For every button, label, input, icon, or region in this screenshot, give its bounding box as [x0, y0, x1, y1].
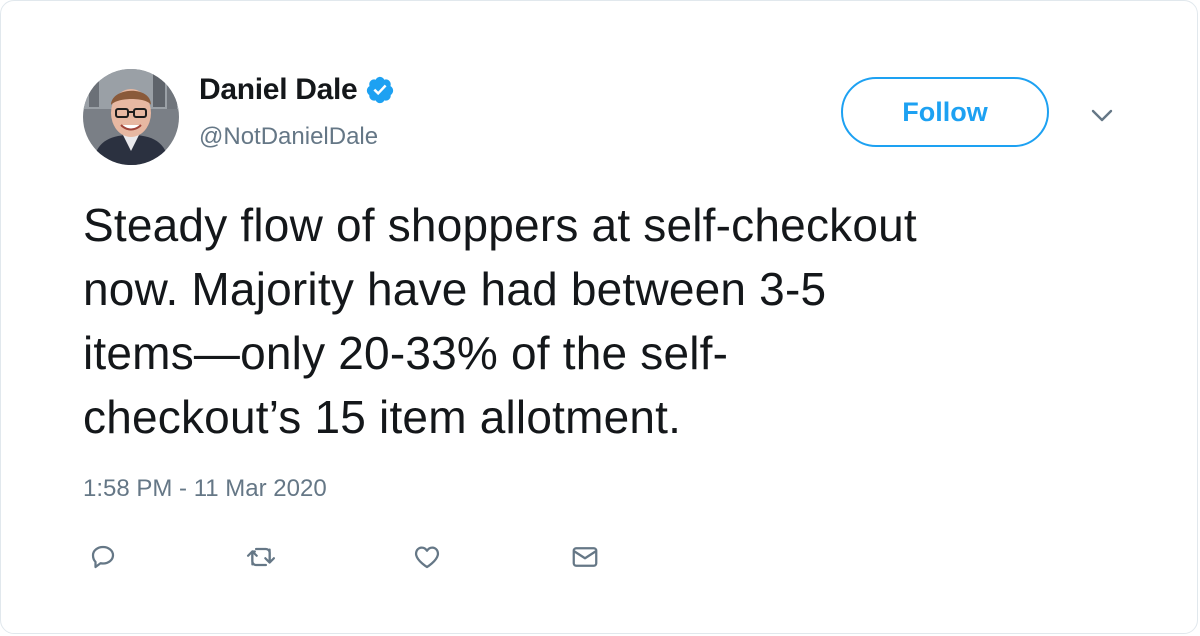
- author-display-name[interactable]: Daniel Dale: [199, 73, 358, 107]
- reply-icon[interactable]: [83, 537, 123, 577]
- retweet-icon[interactable]: [241, 537, 281, 577]
- like-icon[interactable]: [407, 537, 447, 577]
- follow-button[interactable]: Follow: [841, 77, 1049, 147]
- tweet-timestamp[interactable]: 1:58 PM - 11 Mar 2020: [83, 475, 327, 503]
- message-icon[interactable]: [565, 537, 605, 577]
- verified-badge-icon: [365, 75, 395, 105]
- tweet-card: Daniel Dale @NotDanielDale Follow Steady…: [0, 0, 1198, 634]
- author-handle[interactable]: @NotDanielDale: [199, 123, 378, 151]
- tweet-text: Steady flow of shoppers at self-checkout…: [83, 199, 917, 443]
- author-avatar[interactable]: [83, 69, 179, 165]
- chevron-down-icon[interactable]: [1088, 101, 1116, 129]
- author-name-row: Daniel Dale: [199, 73, 395, 107]
- avatar-image: [83, 69, 179, 165]
